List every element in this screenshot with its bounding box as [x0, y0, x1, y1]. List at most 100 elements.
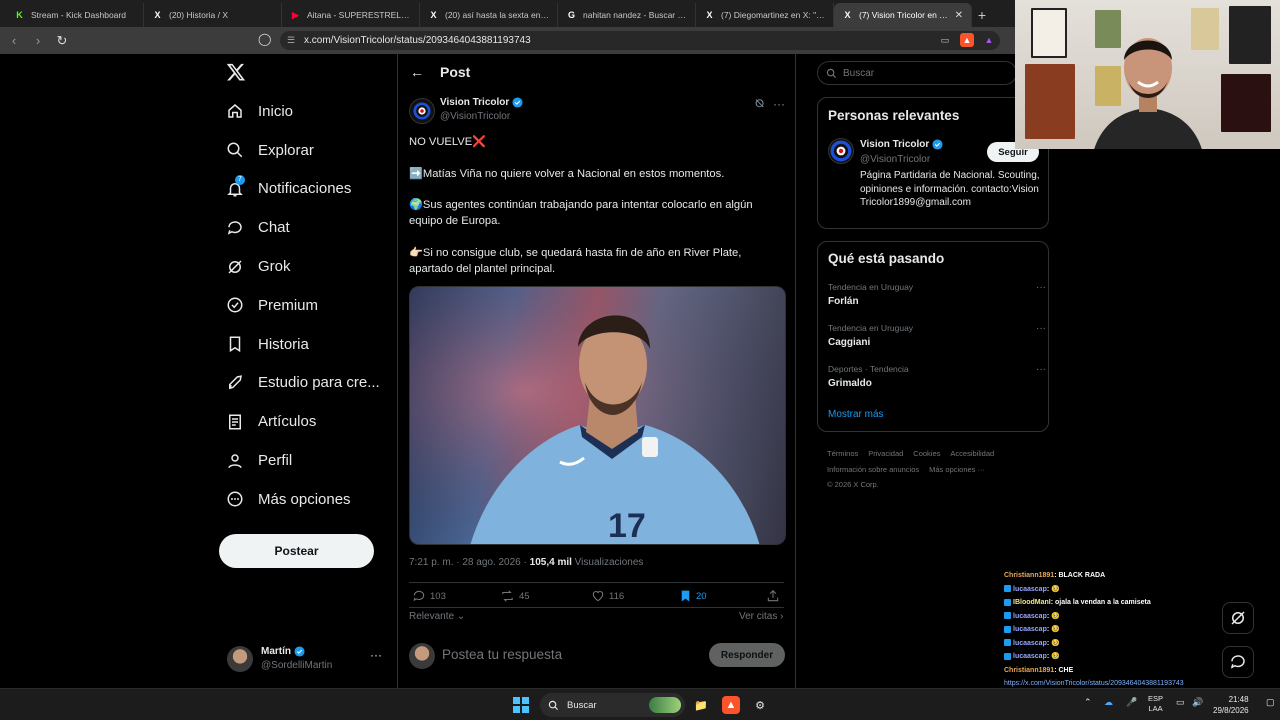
system-clock[interactable]: 21:48 29/8/2026 [1213, 694, 1249, 716]
account-name-row: Martín [261, 646, 305, 657]
nav-item-perfil[interactable]: Perfil [218, 441, 388, 480]
nav-item-explorar[interactable]: Explorar [218, 131, 388, 170]
footer-link[interactable]: Cookies [913, 449, 940, 458]
nav-item-premium[interactable]: Premium [218, 286, 388, 325]
network-icon[interactable]: ▭ [1176, 697, 1185, 708]
input-language[interactable]: ESP LAA [1148, 694, 1163, 714]
post-image[interactable]: 17 [409, 286, 786, 545]
author-avatar[interactable] [409, 98, 435, 124]
nav-item-notificaciones[interactable]: 7 Notificaciones [218, 170, 388, 209]
browser-tab[interactable]: ▶ Aitana - SUPERESTRELLA ⭐👑 [282, 3, 420, 27]
new-tab-icon[interactable]: + [972, 3, 992, 27]
cloud-icon[interactable]: ☁ [1104, 697, 1113, 708]
browser-tab[interactable]: Gnahitan nandez - Buscar con G [558, 3, 696, 27]
footer-link[interactable]: Privacidad [868, 449, 903, 458]
back-arrow-icon[interactable]: ‹ [4, 31, 24, 51]
more-icon[interactable]: ··· [1036, 364, 1046, 375]
close-icon[interactable]: ✕ [955, 10, 963, 21]
nav-label: Más opciones [258, 490, 351, 508]
account-switcher[interactable]: Martín @SordelliMartin ··· [227, 644, 387, 674]
x-logo-icon[interactable] [226, 62, 246, 82]
more-icon[interactable]: ··· [1036, 282, 1046, 293]
bookmark-button[interactable]: 20 [679, 589, 707, 603]
chat-link[interactable]: https://x.com/VisionTricolor/status/2093… [1004, 680, 1184, 687]
copyright: © 2026 X Corp. [827, 480, 879, 489]
chat-message: Christiann1891: BLACK RADA [1004, 569, 1264, 583]
microphone-icon[interactable]: 🎤 [1126, 697, 1137, 708]
nav-item-más-opciones[interactable]: Más opciones [218, 480, 388, 519]
wall-poster [1221, 74, 1271, 132]
show-more-link[interactable]: Mostrar más [828, 409, 884, 420]
trend-item[interactable]: Tendencia en Uruguay Forlán ··· [828, 282, 1048, 307]
more-icon[interactable]: ··· [1036, 323, 1046, 334]
reply-input[interactable]: Postea tu respuesta [442, 647, 562, 662]
author-handle[interactable]: @VisionTricolor [440, 111, 510, 122]
nav-item-inicio[interactable]: Inicio [218, 92, 388, 131]
site-info-icon[interactable]: ☰ [287, 35, 297, 45]
nav-item-chat[interactable]: Chat [218, 208, 388, 247]
repost-button[interactable]: 45 [500, 589, 530, 603]
trend-item[interactable]: Deportes · Tendencia Grimaldo ··· [828, 364, 1048, 389]
more-icon[interactable]: ··· [370, 648, 382, 662]
messages-fab-icon[interactable] [1222, 646, 1254, 678]
relevant-handle[interactable]: @VisionTricolor [860, 154, 930, 165]
forward-arrow-icon[interactable]: › [28, 31, 48, 51]
trend-item[interactable]: Tendencia en Uruguay Caggiani ··· [828, 323, 1048, 348]
search-icon [826, 68, 837, 78]
nav-item-grok[interactable]: Grok [218, 247, 388, 286]
relevant-name[interactable]: Vision Tricolor [860, 139, 929, 150]
footer-link[interactable]: Accesibilidad [950, 449, 994, 458]
x-icon: X [844, 10, 851, 20]
cast-icon[interactable]: ▭ [938, 33, 952, 47]
reply-count: 103 [430, 590, 446, 602]
grok-fab-icon[interactable] [1222, 602, 1254, 634]
chevron-up-icon[interactable]: ⌃ [1084, 697, 1092, 708]
share-button[interactable] [766, 589, 780, 603]
browser-tab[interactable]: X (20) Historia / X [144, 3, 282, 27]
chat-username: Christiann1891 [1004, 572, 1055, 579]
nav-item-historia[interactable]: Historia [218, 325, 388, 364]
like-button[interactable]: 116 [591, 589, 624, 603]
taskbar-search[interactable]: Buscar [540, 693, 685, 717]
search-input[interactable]: Buscar [817, 61, 1017, 85]
windows-start-icon[interactable] [513, 697, 529, 713]
footer-link[interactable]: Información sobre anuncios [827, 465, 919, 474]
clock-time: 21:48 [1228, 695, 1249, 704]
volume-icon[interactable]: 🔊 [1192, 697, 1203, 708]
grok-icon[interactable]: ⦰ [755, 98, 764, 111]
back-arrow-icon[interactable]: ← [410, 64, 424, 80]
author-avatar[interactable] [828, 138, 854, 164]
nav-item-artículos[interactable]: Artículos [218, 402, 388, 441]
post-timestamp[interactable]: 7:21 p. m. · 28 ago. 2026 · [409, 557, 530, 568]
browser-tab[interactable]: X (7) Vision Tricolor en X: "N ✕ [834, 3, 972, 27]
post-button[interactable]: Postear [219, 534, 374, 568]
browser-tab[interactable]: X (7) Diegomartinez en X: "ES A [696, 3, 834, 27]
browser-tab[interactable]: K Stream - Kick Dashboard [6, 3, 144, 27]
brave-rewards-icon[interactable]: ▲ [982, 33, 996, 47]
bell-icon: 7 [226, 174, 245, 198]
bookmark-page-icon[interactable]: ◯ [258, 32, 271, 46]
footer-link[interactable]: Más opciones ··· [929, 465, 985, 474]
lang-code: ESP [1148, 694, 1164, 703]
more-icon[interactable]: ··· [773, 97, 785, 111]
post-header: ← Post [398, 54, 797, 90]
heart-icon [592, 591, 604, 602]
address-bar[interactable]: ☰ x.com/VisionTricolor/status/2093464043… [280, 31, 1000, 50]
notifications-icon[interactable]: ▢ [1266, 697, 1275, 708]
primary-nav: Inicio Explorar 7 Notificaciones Chat Grok Pre… [218, 92, 388, 519]
brave-browser-icon[interactable]: ▲ [722, 696, 740, 714]
sort-replies-dropdown[interactable]: Relevante ⌄ [409, 611, 465, 622]
wall-poster [1229, 6, 1271, 64]
player-photo: 17 [410, 287, 785, 544]
reply-submit-button[interactable]: Responder [709, 643, 785, 667]
view-quotes-link[interactable]: Ver citas › [739, 611, 783, 622]
author-name[interactable]: Vision Tricolor [440, 97, 509, 108]
brave-shield-icon[interactable]: ▲ [960, 33, 974, 47]
reload-icon[interactable]: ↻ [52, 31, 72, 51]
reply-button[interactable]: 103 [412, 589, 446, 603]
footer-link[interactable]: Términos [827, 449, 858, 458]
app-icon[interactable]: ⚙ [751, 696, 769, 714]
browser-tab[interactable]: X (20) así hasta la sexta en X: "P [420, 3, 558, 27]
nav-item-estudio-para-cre[interactable]: Estudio para cre... [218, 364, 388, 403]
file-explorer-icon[interactable]: 📁 [692, 696, 710, 714]
